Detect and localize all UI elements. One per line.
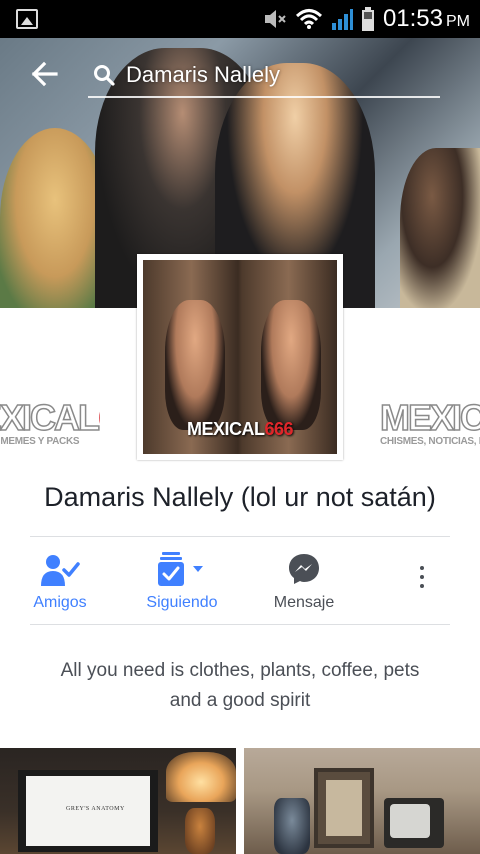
status-icons: 01:53 PM (263, 5, 470, 33)
following-button[interactable]: Siguiendo (122, 548, 242, 618)
messenger-icon (289, 554, 319, 584)
status-bar: 01:53 PM (0, 0, 480, 38)
profile-logo-text: MEXICAL (186, 419, 265, 439)
bio-line-1: All you need is clothes, plants, coffee,… (60, 660, 420, 681)
friends-button[interactable]: Amigos (0, 548, 120, 618)
cover-figure-right (400, 148, 480, 308)
message-label: Mensaje (273, 594, 335, 611)
friends-label: Amigos (33, 594, 87, 611)
divider-bottom (30, 624, 450, 625)
more-dot (420, 566, 424, 570)
following-label: Siguiendo (146, 594, 218, 611)
watermark-left-logo: MEXICAL666 (0, 398, 100, 438)
back-arrow-icon[interactable] (30, 58, 58, 90)
profile-figure-left (165, 300, 225, 430)
clock-ampm: PM (446, 13, 470, 30)
picture-frame (314, 768, 374, 848)
monitor-screen: GREY'S ANATOMY (26, 776, 150, 846)
watermark-right: MEXICAL666 CHISMES, NOTICIAS, MEMES (380, 398, 480, 447)
cover-figure-left (0, 128, 110, 308)
more-vertical-icon[interactable] (410, 566, 434, 596)
following-feed-icon (158, 552, 203, 586)
search-query[interactable]: Damaris Nallely (126, 62, 280, 88)
picture-frame-inner (326, 780, 362, 836)
more-dot (420, 584, 424, 588)
camera-object (274, 798, 310, 854)
search-icon (94, 65, 115, 86)
watermark-left-number: 666 (98, 398, 100, 438)
clock-time: 01:53 (382, 5, 443, 32)
monitor-caption: GREY'S ANATOMY (66, 806, 125, 812)
profile-logo-number: 666 (264, 419, 294, 439)
battery-icon (361, 7, 374, 31)
mute-icon (264, 10, 286, 28)
watermark-left: MEXICAL666 NOTICIAS, MEMES Y PACKS (0, 398, 100, 447)
signal-icon (331, 9, 353, 30)
small-tv (384, 798, 444, 848)
bio: All you need is clothes, plants, coffee,… (40, 656, 440, 716)
search-bar[interactable]: Damaris Nallely (88, 54, 440, 98)
more-dot (420, 575, 424, 579)
lamp-shade (166, 752, 236, 802)
profile-name: Damaris Nallely (lol ur not satán) (44, 482, 436, 512)
watermark-right-logo: MEXICAL666 (380, 398, 480, 438)
message-button[interactable]: Mensaje (244, 548, 364, 618)
lamp-base (185, 808, 215, 854)
watermark-right-sub: CHISMES, NOTICIAS, MEMES (380, 436, 480, 447)
profile-picture-image: MEXICAL666 (143, 260, 337, 454)
gallery-notification-icon (16, 9, 38, 29)
monitor: GREY'S ANATOMY (18, 770, 158, 852)
person-check-icon (41, 555, 80, 586)
profile-picture[interactable]: MEXICAL666 (137, 254, 343, 460)
bio-line-2: and a good spirit (169, 690, 311, 711)
photo-thumbnail-1[interactable]: GREY'S ANATOMY (0, 748, 236, 854)
divider-top (30, 536, 450, 537)
profile-picture-logo: MEXICAL666 (143, 419, 337, 440)
watermark-right-text: MEXICAL (380, 398, 480, 438)
small-tv-screen (390, 804, 430, 838)
wifi-icon (295, 9, 322, 29)
profile-figure-right (261, 300, 321, 430)
clock: 01:53 PM (383, 5, 470, 33)
photo-thumbnail-2[interactable] (244, 748, 480, 854)
watermark-left-text: MEXICAL (0, 398, 100, 438)
